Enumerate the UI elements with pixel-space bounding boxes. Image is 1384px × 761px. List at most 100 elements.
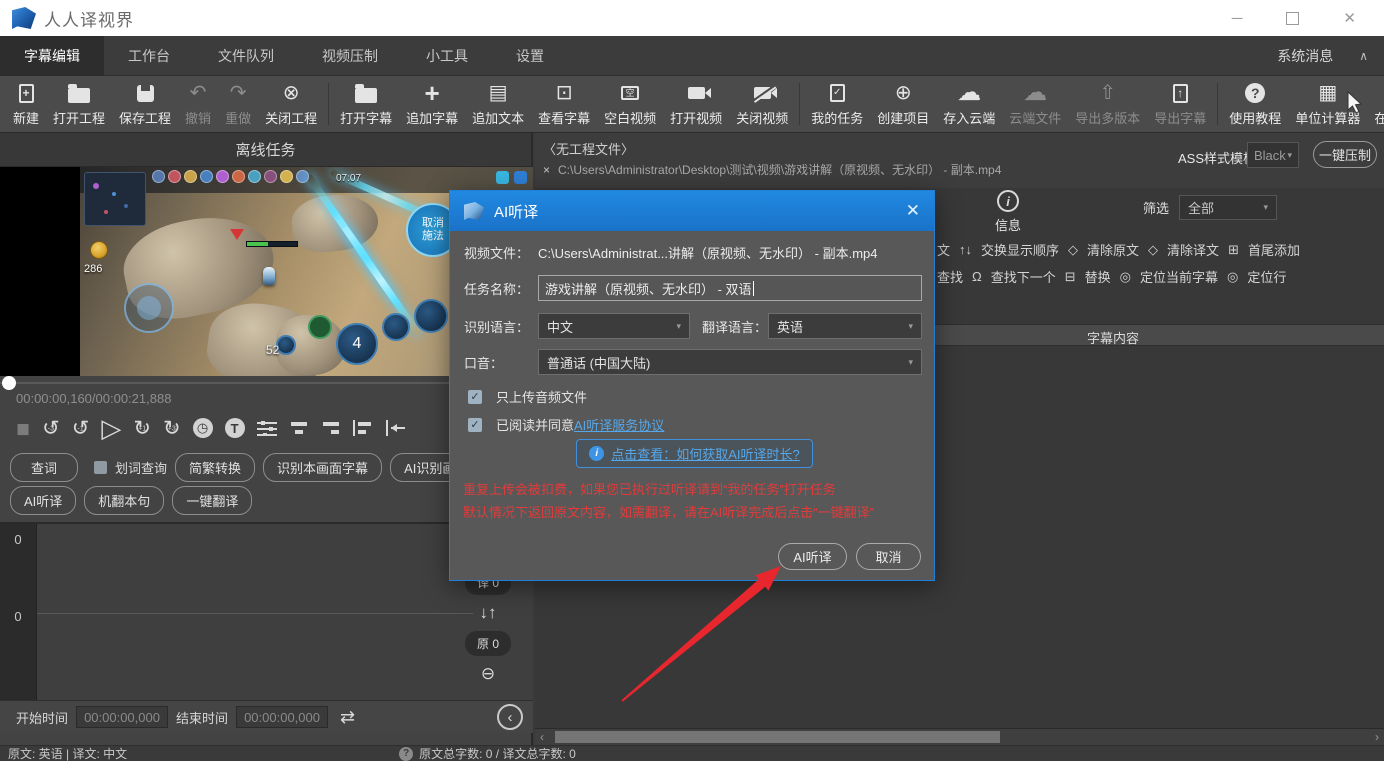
tab-video-compress[interactable]: 视频压制 [298, 36, 402, 75]
system-message-link[interactable]: 系统消息 [1277, 46, 1333, 66]
close-button[interactable]: ✕ [1343, 11, 1356, 26]
tab-settings[interactable]: 设置 [492, 36, 568, 75]
tab-file-queue[interactable]: 文件队列 [194, 36, 298, 75]
game-minimap [84, 172, 146, 226]
start-time-input[interactable]: 00:00:00,000 [76, 706, 168, 728]
filter-select[interactable]: 全部 ▾ [1179, 195, 1277, 220]
toolbar-close-video[interactable]: 关闭视频 [729, 76, 795, 132]
add-head-tail-button[interactable]: 首尾添加 [1248, 240, 1300, 259]
horizontal-scrollbar[interactable]: ‹ › [535, 728, 1384, 745]
plus-circle-icon: ⊕ [895, 81, 912, 105]
locate-line-icon: ◎ [1227, 269, 1238, 285]
find-button[interactable]: 查找 [937, 267, 963, 286]
toolbar-tutorial[interactable]: ?使用教程 [1222, 76, 1288, 132]
toolbar-open-video[interactable]: 打开视频 [663, 76, 729, 132]
toolbar-close-project[interactable]: ⊗关闭工程 [258, 76, 324, 132]
align-left-icon[interactable] [353, 420, 373, 436]
warning-line-2: 默认情况下返回原文内容，如需翻译，请在AI听译完成后点击“一键翻译” [463, 502, 874, 521]
game-settings-icon [514, 171, 527, 184]
collapse-panel-button[interactable]: ‹ [497, 704, 523, 730]
forward-1s-icon[interactable]: ↻+1 [133, 418, 151, 439]
replace-button[interactable]: 替换 [1085, 267, 1111, 286]
chevron-up-icon[interactable]: ∧ [1359, 49, 1368, 63]
language-row: 识别语言： 中文▾ 翻译语言： 英语▾ [450, 313, 934, 339]
ai-transcribe-button[interactable]: AI听译 [10, 486, 76, 515]
locate-current-button[interactable]: 定位当前字幕 [1140, 267, 1218, 286]
filter-control: 筛选 全部 ▾ [1143, 195, 1277, 220]
word-count-status: 原文总字数: 0 / 译文总字数: 0 [419, 745, 576, 761]
align-bottom-icon[interactable] [321, 420, 341, 436]
toolbar-view-subtitle[interactable]: ⊡查看字幕 [531, 76, 597, 132]
toolbar-blank-video[interactable]: 空空白视频 [597, 76, 663, 132]
toolbar-save-cloud[interactable]: ☁存入云端 [936, 76, 1002, 132]
toolbar-my-tasks[interactable]: ✓我的任务 [804, 76, 870, 132]
end-time-input[interactable]: 00:00:00,000 [236, 706, 328, 728]
toolbar-append-subtitle[interactable]: +追加字幕 [399, 76, 465, 132]
ass-template-select[interactable]: Black ▾ [1247, 142, 1299, 168]
filter-label: 筛选 [1143, 198, 1169, 217]
toolbar-online-service[interactable]: 在线客服 [1367, 76, 1384, 132]
tab-subtitle-edit[interactable]: 字幕编辑 [0, 36, 104, 75]
back-3s-icon[interactable]: ↺-3 [42, 418, 60, 439]
timeline-settings-icon[interactable] [257, 420, 277, 436]
lookup-word-button[interactable]: 查词 [10, 453, 78, 482]
swap-time-icon[interactable]: ⇄ [340, 707, 355, 728]
toolbar-open-subtitle[interactable]: 打开字幕 [333, 76, 399, 132]
how-to-get-duration-button[interactable]: i 点击查看：如何获取AI听译时长? [576, 439, 813, 468]
clock-icon[interactable]: ◷ [193, 418, 213, 438]
ocr-frame-button[interactable]: 识别本画面字幕 [263, 453, 382, 482]
locate-line-button[interactable]: 定位行 [1247, 267, 1286, 286]
service-agreement-link[interactable]: AI听译服务协议 [574, 415, 664, 434]
one-key-compress-button[interactable]: 一键压制 [1313, 141, 1377, 168]
accent-select[interactable]: 普通话 (中国大陆)▾ [538, 349, 922, 375]
dialog-close-icon[interactable]: ✕ [906, 201, 920, 221]
video-file-path: C:\Users\Administrator\Desktop\测试\视频\游戏讲… [558, 161, 1001, 178]
forward-3s-icon[interactable]: ↻+3 [163, 418, 181, 439]
dialog-cancel-button[interactable]: 取消 [856, 543, 921, 570]
scroll-left-icon[interactable]: ‹ [540, 730, 544, 744]
swap-order-button[interactable]: 交换显示顺序 [981, 240, 1059, 259]
toolbar-append-text[interactable]: ▤追加文本 [465, 76, 531, 132]
translate-language-select[interactable]: 英语▾ [768, 313, 922, 339]
info-tool[interactable]: i 信息 [988, 190, 1028, 234]
toolbar-unit-calculator[interactable]: ▦单位计算器 [1288, 76, 1367, 132]
back-1s-icon[interactable]: ↺-1 [72, 418, 90, 439]
dialog-confirm-button[interactable]: AI听译 [778, 543, 847, 570]
text-style-icon[interactable]: T [225, 418, 245, 438]
toolbar-save-project[interactable]: 保存工程 [112, 76, 178, 132]
find-next-button[interactable]: 查找下一个 [991, 267, 1056, 286]
word-select-checkbox[interactable] [94, 461, 107, 474]
simplified-traditional-button[interactable]: 简繁转换 [175, 453, 255, 482]
tab-tools[interactable]: 小工具 [402, 36, 492, 75]
seek-handle[interactable] [2, 376, 16, 390]
swap-rows-icon[interactable]: ↓↑ [479, 603, 496, 623]
scroll-right-icon[interactable]: › [1375, 730, 1379, 744]
help-icon[interactable]: ? [399, 747, 413, 761]
task-name-input[interactable]: 游戏讲解（原视频、无水印） - 双语 [538, 275, 922, 301]
toolbar-create-project[interactable]: ⊕创建项目 [870, 76, 936, 132]
maximize-button[interactable] [1286, 12, 1299, 25]
clear-original-button[interactable]: 清除原文 [1087, 240, 1139, 259]
tab-workbench[interactable]: 工作台 [104, 36, 194, 75]
zoom-out-icon[interactable]: ⊖ [481, 664, 495, 684]
one-key-translate-button[interactable]: 一键翻译 [172, 486, 252, 515]
recognize-language-select[interactable]: 中文▾ [538, 313, 690, 339]
word-select-label: 划词查询 [115, 458, 167, 477]
info-icon: i [589, 446, 604, 461]
redo-icon: ↷ [230, 81, 247, 105]
dialog-title-bar[interactable]: AI听译 ✕ [450, 191, 934, 231]
shift-left-icon[interactable] [385, 420, 407, 436]
machine-translate-sentence-button[interactable]: 机翻本句 [84, 486, 164, 515]
remove-file-icon[interactable]: × [543, 163, 550, 177]
scrollbar-thumb[interactable] [555, 731, 1000, 743]
stop-icon[interactable]: ◼ [16, 420, 30, 437]
skill-button: 4 [336, 323, 378, 365]
toolbar-open-project[interactable]: 打开工程 [46, 76, 112, 132]
play-icon[interactable]: ▷ [101, 415, 121, 441]
audio-only-checkbox[interactable]: ✓ [468, 390, 482, 404]
clear-translation-button[interactable]: 清除译文 [1167, 240, 1219, 259]
minimize-button[interactable]: ─ [1232, 11, 1243, 26]
agreement-checkbox[interactable]: ✓ [468, 418, 482, 432]
toolbar-new[interactable]: +新建 [6, 76, 46, 132]
align-center-icon[interactable] [289, 420, 309, 436]
